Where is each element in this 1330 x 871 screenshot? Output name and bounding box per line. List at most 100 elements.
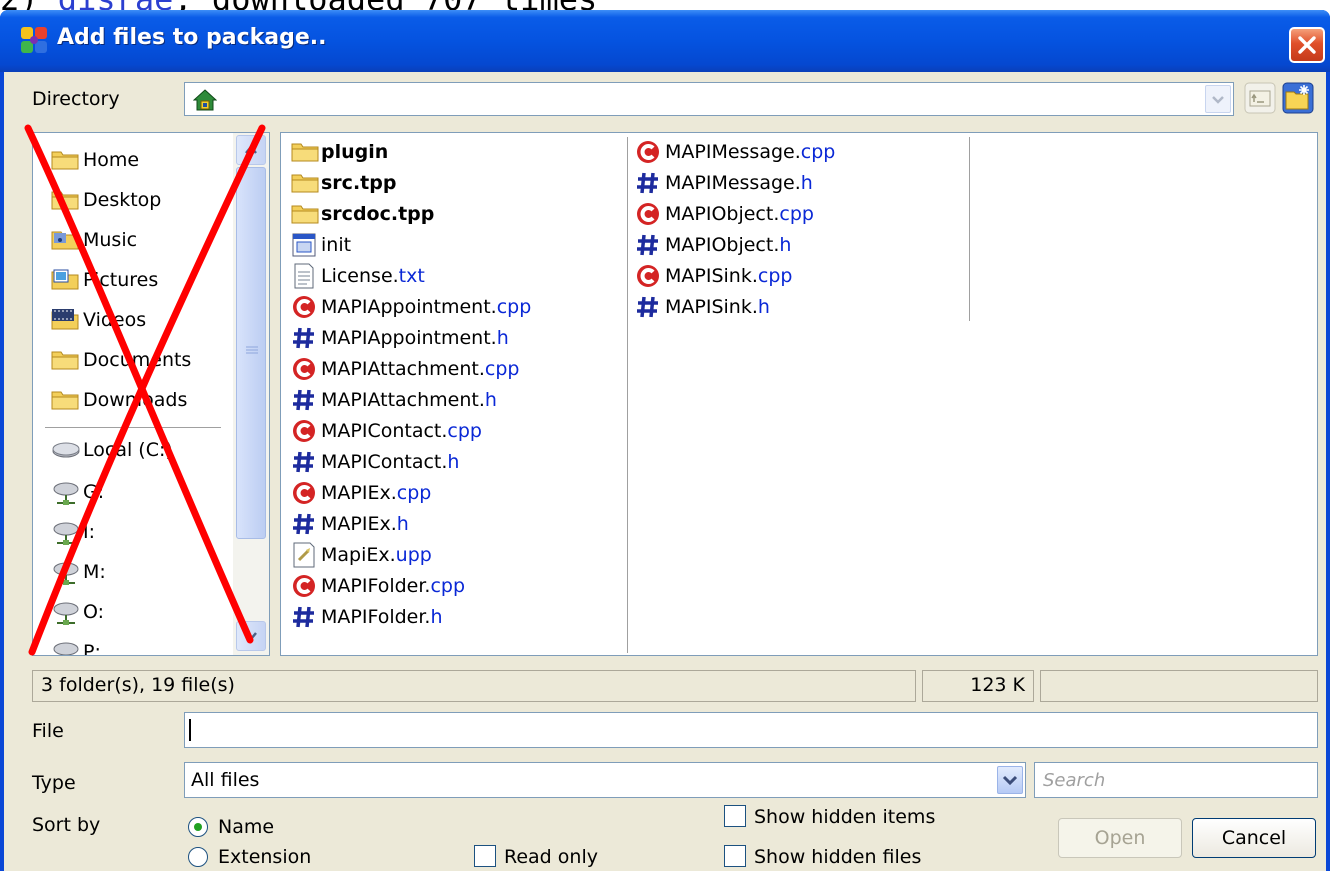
file-list: plugin src.tpp srcdoc.tpp init License.txt MA… xyxy=(280,132,1318,656)
grip-icon xyxy=(246,346,258,354)
file-extension: txt xyxy=(398,265,425,287)
init-file-icon xyxy=(291,232,317,263)
header-file-icon xyxy=(291,325,317,356)
show-hidden-files-checkbox[interactable] xyxy=(724,845,746,867)
place-item-label: Home xyxy=(83,149,140,171)
place-item-label: Videos xyxy=(83,309,147,331)
sort-name-radio[interactable] xyxy=(188,817,208,837)
file-name: MAPIEx.cpp xyxy=(321,482,431,504)
file-base-name: MAPIContact. xyxy=(321,420,448,442)
file-input[interactable] xyxy=(184,712,1318,748)
folder-icon xyxy=(291,139,319,168)
file-name: srcdoc.tpp xyxy=(321,203,434,225)
file-name: MAPIContact.h xyxy=(321,451,459,473)
places-scrollbar[interactable] xyxy=(233,133,269,655)
dialog-client-area: Directory Home Desktop Music Pictures Vi… xyxy=(4,72,1326,871)
place-item-label: Desktop xyxy=(83,189,162,211)
file-name: License.txt xyxy=(321,265,425,287)
show-hidden-items-checkbox[interactable] xyxy=(724,805,746,827)
file-name: src.tpp xyxy=(321,172,396,194)
file-base-name: MAPIContact. xyxy=(321,451,448,473)
file-extension: h xyxy=(396,513,409,535)
text-file-icon xyxy=(291,263,317,294)
type-label: Type xyxy=(32,772,76,794)
directory-dropdown-button[interactable] xyxy=(1205,85,1231,113)
pictures-folder-icon xyxy=(51,267,79,296)
file-base-name: MAPIMessage. xyxy=(665,141,801,163)
column-separator xyxy=(627,137,628,653)
type-dropdown-button[interactable] xyxy=(997,766,1023,794)
cpp-file-icon xyxy=(291,573,317,604)
file-extension: h xyxy=(484,389,497,411)
folder-icon xyxy=(51,147,79,176)
file-name: MAPIFolder.h xyxy=(321,606,443,628)
place-item-label: Documents xyxy=(83,349,192,371)
open-button[interactable]: Open xyxy=(1058,818,1182,858)
file-base-name: MAPIEx. xyxy=(321,482,397,504)
scroll-up-button[interactable] xyxy=(236,135,266,165)
file-extension: upp xyxy=(395,544,432,566)
file-base-name: MAPIAttachment. xyxy=(321,358,485,380)
file-name: MAPIAttachment.cpp xyxy=(321,358,519,380)
chevron-down-icon xyxy=(1212,96,1224,104)
text-caret xyxy=(189,719,191,741)
file-name: MAPIEx.h xyxy=(321,513,409,535)
file-extension: h xyxy=(430,606,443,628)
places-panel: Home Desktop Music Pictures Videos Documents D… xyxy=(32,132,270,656)
scroll-thumb[interactable] xyxy=(236,167,266,539)
videos-folder-icon xyxy=(51,307,79,336)
sort-extension-label[interactable]: Extension xyxy=(218,846,311,868)
network-drive-icon xyxy=(51,519,81,552)
file-extension: h xyxy=(447,451,460,473)
place-item-label: P: xyxy=(83,641,101,656)
file-extension: cpp xyxy=(396,482,432,504)
header-file-icon xyxy=(291,449,317,480)
scroll-down-button[interactable] xyxy=(236,621,266,651)
file-name: MAPIMessage.h xyxy=(665,172,813,194)
directory-combo[interactable] xyxy=(184,82,1234,116)
file-base-name: MAPIAppointment. xyxy=(321,327,497,349)
read-only-checkbox[interactable] xyxy=(474,845,496,867)
file-base-name: MAPIEx. xyxy=(321,513,397,535)
place-item-label: G: xyxy=(83,481,105,503)
network-drive-icon xyxy=(51,559,81,592)
file-base-name: MAPISink. xyxy=(665,265,758,287)
folder-icon xyxy=(291,201,319,230)
status-size: 123 K xyxy=(922,670,1034,702)
place-item-label: I: xyxy=(83,521,96,543)
file-base-name: MapiEx. xyxy=(321,544,396,566)
show-hidden-files-label[interactable]: Show hidden files xyxy=(754,846,921,868)
header-file-icon xyxy=(291,387,317,418)
folder-icon xyxy=(291,170,319,199)
up-folder-button[interactable] xyxy=(1244,82,1276,114)
title-bar[interactable]: Add files to package.. xyxy=(0,10,1330,72)
place-item-label: Music xyxy=(83,229,138,251)
dialog-title: Add files to package.. xyxy=(57,25,327,50)
cpp-file-icon xyxy=(291,294,317,325)
music-folder-icon xyxy=(51,227,79,256)
file-base-name: MAPIFolder. xyxy=(321,575,431,597)
file-extension: h xyxy=(496,327,509,349)
new-folder-icon[interactable] xyxy=(1282,82,1314,114)
network-drive-icon xyxy=(51,599,81,632)
file-name: MAPIAppointment.cpp xyxy=(321,296,531,318)
sort-name-label[interactable]: Name xyxy=(218,816,274,838)
file-base-name: MAPIFolder. xyxy=(321,606,431,628)
cpp-file-icon xyxy=(635,139,661,170)
cpp-file-icon xyxy=(635,263,661,294)
type-select[interactable]: All files xyxy=(184,762,1026,798)
place-item-label: O: xyxy=(83,601,105,623)
folder-icon xyxy=(51,387,79,416)
chevron-up-icon xyxy=(245,145,257,154)
show-hidden-items-label[interactable]: Show hidden items xyxy=(754,806,935,828)
network-drive-icon xyxy=(51,639,81,655)
file-name: MAPIAppointment.h xyxy=(321,327,509,349)
cpp-file-icon xyxy=(635,201,661,232)
cancel-button[interactable]: Cancel xyxy=(1192,818,1316,858)
read-only-label[interactable]: Read only xyxy=(504,846,598,868)
search-input[interactable]: Search xyxy=(1034,762,1318,798)
sort-extension-radio[interactable] xyxy=(188,847,208,867)
close-button[interactable] xyxy=(1289,27,1325,63)
place-item-label: M: xyxy=(83,561,106,583)
file-name: MAPIFolder.cpp xyxy=(321,575,465,597)
